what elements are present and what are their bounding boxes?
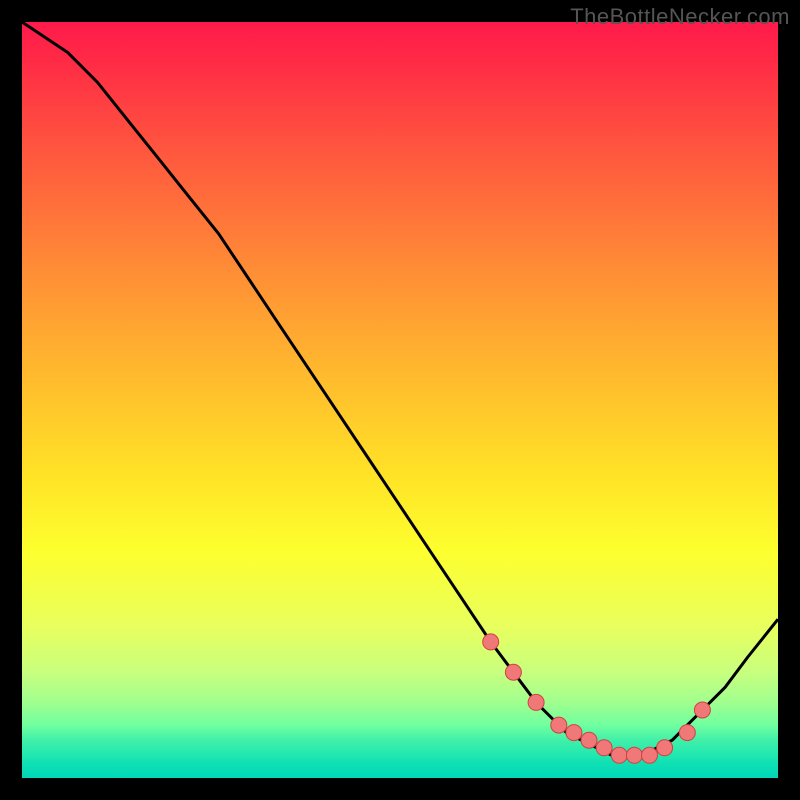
- bottleneck-curve: [22, 22, 778, 755]
- data-dot: [611, 747, 627, 763]
- data-dot: [551, 717, 567, 733]
- data-dot: [505, 664, 521, 680]
- data-dot: [679, 725, 695, 741]
- data-dot: [528, 694, 544, 710]
- data-dot: [581, 732, 597, 748]
- data-dot: [642, 747, 658, 763]
- data-dot: [566, 725, 582, 741]
- data-dot: [626, 747, 642, 763]
- data-dot: [483, 634, 499, 650]
- data-dot: [694, 702, 710, 718]
- curve-layer: [22, 22, 778, 778]
- data-dot: [596, 740, 612, 756]
- watermark-text: TheBottleNecker.com: [570, 4, 790, 30]
- data-dot: [657, 740, 673, 756]
- chart-frame: TheBottleNecker.com: [0, 0, 800, 800]
